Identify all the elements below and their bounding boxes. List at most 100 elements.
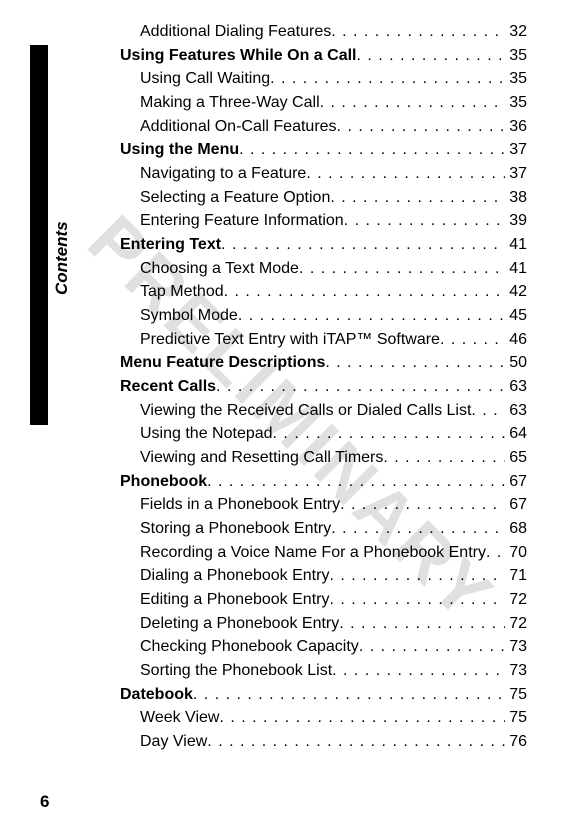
toc-entry-title: Day View bbox=[140, 730, 207, 754]
sidebar-label: Contents bbox=[52, 221, 72, 295]
dot-leader bbox=[207, 730, 505, 754]
toc-row: Datebook75 bbox=[120, 683, 527, 707]
dot-leader bbox=[329, 588, 505, 612]
toc-entry-title: Viewing and Resetting Call Timers bbox=[140, 446, 383, 470]
toc-entry-page: 35 bbox=[505, 67, 527, 91]
dot-leader bbox=[270, 67, 505, 91]
toc-entry-page: 65 bbox=[505, 446, 527, 470]
toc-entry-title: Sorting the Phonebook List bbox=[140, 659, 332, 683]
toc-row: Using Features While On a Call35 bbox=[120, 44, 527, 68]
toc-entry-title: Selecting a Feature Option bbox=[140, 186, 330, 210]
toc-entry-title: Using the Menu bbox=[120, 138, 239, 162]
toc-entry-page: 75 bbox=[505, 706, 527, 730]
dot-leader bbox=[344, 209, 506, 233]
toc-row: Sorting the Phonebook List73 bbox=[120, 659, 527, 683]
toc-entry-page: 39 bbox=[505, 209, 527, 233]
sidebar-label-wrap: Contents bbox=[52, 165, 74, 345]
toc-entry-title: Predictive Text Entry with iTAP™ Softwar… bbox=[140, 328, 440, 352]
toc-row: Checking Phonebook Capacity73 bbox=[120, 635, 527, 659]
dot-leader bbox=[193, 683, 505, 707]
toc-row: Deleting a Phonebook Entry 72 bbox=[120, 612, 527, 636]
toc-row: Dialing a Phonebook Entry 71 bbox=[120, 564, 527, 588]
toc-row: Entering Feature Information 39 bbox=[120, 209, 527, 233]
toc-entry-title: Navigating to a Feature bbox=[140, 162, 306, 186]
page-number: 6 bbox=[40, 792, 49, 812]
toc-row: Editing a Phonebook Entry 72 bbox=[120, 588, 527, 612]
toc-row: Entering Text41 bbox=[120, 233, 527, 257]
toc-entry-page: 63 bbox=[505, 399, 527, 423]
dot-leader bbox=[224, 280, 506, 304]
toc-entry-page: 37 bbox=[505, 162, 527, 186]
toc-row: Storing a Phonebook Entry68 bbox=[120, 517, 527, 541]
page: Contents PRELIMINARY Additional Dialing … bbox=[0, 0, 582, 837]
toc-entry-title: Choosing a Text Mode bbox=[140, 257, 299, 281]
toc-entry-title: Datebook bbox=[120, 683, 193, 707]
dot-leader bbox=[239, 138, 505, 162]
dot-leader bbox=[337, 115, 506, 139]
dot-leader bbox=[330, 186, 505, 210]
toc-entry-title: Entering Text bbox=[120, 233, 221, 257]
toc-entry-title: Additional On-Call Features bbox=[140, 115, 337, 139]
dot-leader bbox=[207, 470, 505, 494]
toc-entry-title: Symbol Mode bbox=[140, 304, 238, 328]
toc-entry-page: 38 bbox=[505, 186, 527, 210]
toc-entry-title: Editing a Phonebook Entry bbox=[140, 588, 329, 612]
toc-entry-page: 46 bbox=[505, 328, 527, 352]
toc-entry-title: Storing a Phonebook Entry bbox=[140, 517, 331, 541]
toc-entry-page: 63 bbox=[505, 375, 527, 399]
toc-entry-page: 32 bbox=[505, 20, 527, 44]
toc-entry-page: 67 bbox=[505, 493, 527, 517]
toc-entry-title: Using Features While On a Call bbox=[120, 44, 357, 68]
toc-entry-page: 72 bbox=[505, 588, 527, 612]
toc-entry-title: Entering Feature Information bbox=[140, 209, 344, 233]
dot-leader bbox=[219, 706, 505, 730]
toc-entry-page: 64 bbox=[505, 422, 527, 446]
toc-entry-title: Recording a Voice Name For a Phonebook E… bbox=[140, 541, 486, 565]
toc-row: Navigating to a Feature 37 bbox=[120, 162, 527, 186]
toc-entry-page: 71 bbox=[505, 564, 527, 588]
dot-leader bbox=[331, 20, 505, 44]
toc-row: Tap Method42 bbox=[120, 280, 527, 304]
toc-row: Making a Three-Way Call35 bbox=[120, 91, 527, 115]
toc-entry-page: 76 bbox=[505, 730, 527, 754]
toc-row: Choosing a Text Mode 41 bbox=[120, 257, 527, 281]
toc-row: Predictive Text Entry with iTAP™ Softwar… bbox=[120, 328, 527, 352]
toc-entry-page: 35 bbox=[505, 91, 527, 115]
dot-leader bbox=[238, 304, 505, 328]
toc-entry-title: Viewing the Received Calls or Dialed Cal… bbox=[140, 399, 471, 423]
toc-row: Recording a Voice Name For a Phonebook E… bbox=[120, 541, 527, 565]
dot-leader bbox=[299, 257, 505, 281]
dot-leader bbox=[273, 422, 506, 446]
toc-row: Symbol Mode 45 bbox=[120, 304, 527, 328]
toc-entry-title: Dialing a Phonebook Entry bbox=[140, 564, 329, 588]
toc-entry-page: 67 bbox=[505, 470, 527, 494]
toc-row: Using the Menu37 bbox=[120, 138, 527, 162]
toc-entry-title: Checking Phonebook Capacity bbox=[140, 635, 359, 659]
dot-leader bbox=[471, 399, 505, 423]
toc-entry-page: 50 bbox=[505, 351, 527, 375]
dot-leader bbox=[383, 446, 505, 470]
dot-leader bbox=[339, 612, 505, 636]
toc-entry-title: Fields in a Phonebook Entry bbox=[140, 493, 340, 517]
toc-entry-page: 72 bbox=[505, 612, 527, 636]
toc-row: Using Call Waiting 35 bbox=[120, 67, 527, 91]
toc-row: Additional Dialing Features 32 bbox=[120, 20, 527, 44]
toc-entry-title: Using Call Waiting bbox=[140, 67, 270, 91]
dot-leader bbox=[325, 351, 505, 375]
dot-leader bbox=[340, 493, 505, 517]
dot-leader bbox=[331, 517, 505, 541]
toc-entry-title: Additional Dialing Features bbox=[140, 20, 331, 44]
toc-entry-title: Using the Notepad bbox=[140, 422, 273, 446]
toc-row: Using the Notepad 64 bbox=[120, 422, 527, 446]
dot-leader bbox=[216, 375, 505, 399]
toc-entry-title: Deleting a Phonebook Entry bbox=[140, 612, 339, 636]
toc-row: Selecting a Feature Option 38 bbox=[120, 186, 527, 210]
toc-entry-page: 45 bbox=[505, 304, 527, 328]
dot-leader bbox=[440, 328, 505, 352]
toc-row: Day View 76 bbox=[120, 730, 527, 754]
toc-entry-title: Tap Method bbox=[140, 280, 224, 304]
dot-leader bbox=[486, 541, 505, 565]
sidebar-tab bbox=[30, 45, 48, 425]
toc-entry-page: 41 bbox=[505, 257, 527, 281]
dot-leader bbox=[357, 44, 506, 68]
